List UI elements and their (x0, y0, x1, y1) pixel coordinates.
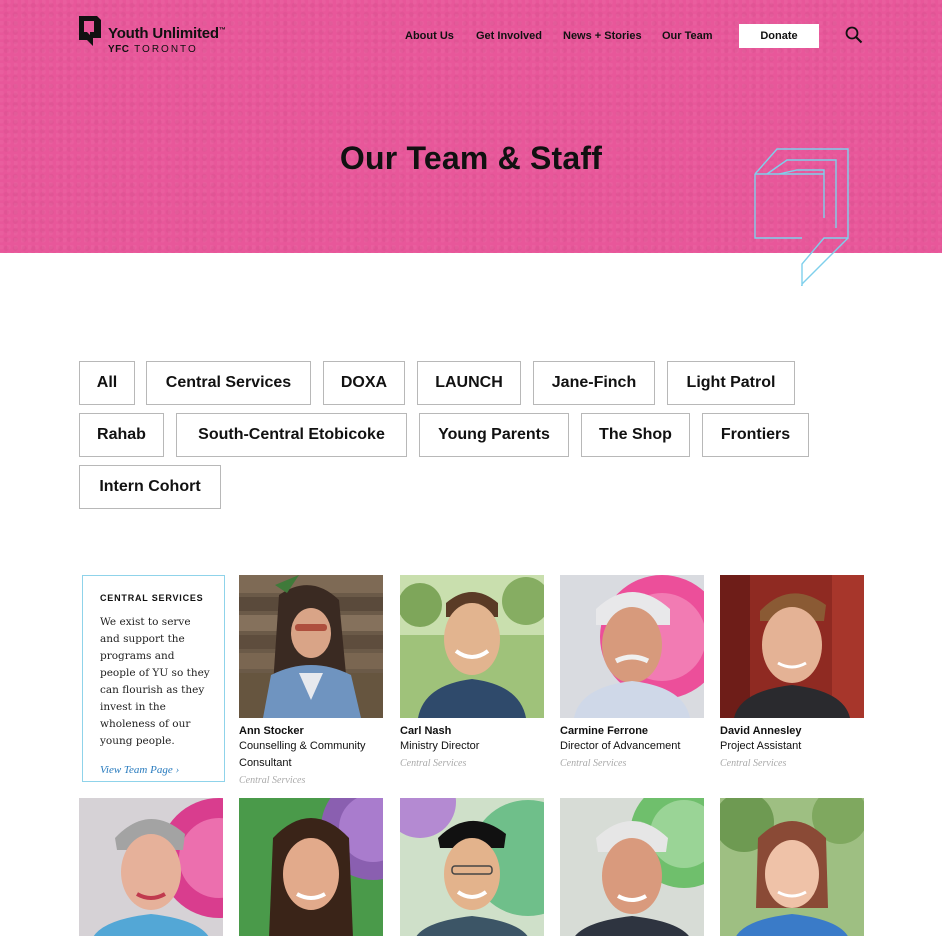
donate-button[interactable]: Donate (739, 24, 819, 48)
member-role: Counselling & Community Consultant (239, 740, 366, 769)
team-info-description: We exist to serve and support the progra… (100, 616, 210, 747)
logo-title: Youth Unlimited (108, 25, 219, 42)
filter-jane-finch[interactable]: Jane-Finch (533, 361, 655, 405)
member-photo[interactable] (79, 798, 223, 936)
filter-the-shop[interactable]: The Shop (581, 413, 690, 457)
team-member-card[interactable] (79, 798, 223, 936)
team-member-card[interactable] (400, 798, 544, 936)
decorative-logo-outline-icon (754, 148, 849, 286)
filter-all[interactable]: All (79, 361, 135, 405)
team-info-heading: CENTRAL SERVICES (100, 593, 204, 603)
view-team-page-link[interactable]: View Team Page › (100, 764, 212, 776)
team-member-card[interactable] (560, 798, 704, 936)
hero-banner: Youth Unlimited™ YFC TORONTO About Us Ge… (0, 0, 942, 286)
logo-tm: ™ (218, 27, 226, 34)
member-department: Central Services (560, 758, 627, 769)
site-logo[interactable]: Youth Unlimited™ YFC TORONTO (79, 14, 226, 56)
logo-sub-yfc: YFC (108, 44, 130, 55)
nav-get-involved[interactable]: Get Involved (476, 30, 542, 42)
team-member-card[interactable] (239, 798, 383, 936)
nav-news-stories[interactable]: News + Stories (563, 30, 642, 42)
member-name: Ann Stocker (239, 725, 304, 737)
team-member-card[interactable]: Carmine Ferrone Director of Advancement … (560, 575, 704, 772)
team-member-card[interactable]: Carl Nash Ministry Director Central Serv… (400, 575, 544, 772)
team-info-card: CENTRAL SERVICES We exist to serve and s… (82, 575, 225, 782)
member-role: Project Assistant (720, 740, 802, 752)
nav-our-team[interactable]: Our Team (662, 30, 713, 42)
member-department: Central Services (400, 758, 467, 769)
member-name: David Annesley (720, 725, 802, 737)
filter-south-central-etobicoke[interactable]: South-Central Etobicoke (176, 413, 407, 457)
logo-sub-city: TORONTO (134, 44, 198, 55)
filter-doxa[interactable]: DOXA (323, 361, 405, 405)
filter-rahab[interactable]: Rahab (79, 413, 164, 457)
search-icon[interactable] (845, 26, 863, 44)
member-name: Carl Nash (400, 725, 452, 737)
member-photo[interactable] (400, 798, 544, 936)
filter-light-patrol[interactable]: Light Patrol (667, 361, 795, 405)
member-photo[interactable] (560, 575, 704, 718)
member-department: Central Services (720, 758, 787, 769)
filter-launch[interactable]: LAUNCH (417, 361, 521, 405)
nav-about-us[interactable]: About Us (405, 30, 454, 42)
filter-central-services[interactable]: Central Services (146, 361, 311, 405)
filter-intern-cohort[interactable]: Intern Cohort (79, 465, 221, 509)
filter-young-parents[interactable]: Young Parents (419, 413, 569, 457)
member-photo[interactable] (720, 575, 864, 718)
member-photo[interactable] (400, 575, 544, 718)
member-role: Director of Advancement (560, 740, 681, 752)
member-photo[interactable] (560, 798, 704, 936)
team-member-card[interactable]: Ann Stocker Counselling & Community Cons… (239, 575, 383, 789)
member-department: Central Services (239, 775, 306, 786)
filter-frontiers[interactable]: Frontiers (702, 413, 809, 457)
team-member-card[interactable] (720, 798, 864, 936)
team-member-card[interactable]: David Annesley Project Assistant Central… (720, 575, 864, 772)
member-photo[interactable] (239, 798, 383, 936)
member-role: Ministry Director (400, 740, 480, 752)
member-photo[interactable] (239, 575, 383, 718)
logo-mark-icon (79, 16, 101, 46)
member-photo[interactable] (720, 798, 864, 936)
member-name: Carmine Ferrone (560, 725, 649, 737)
